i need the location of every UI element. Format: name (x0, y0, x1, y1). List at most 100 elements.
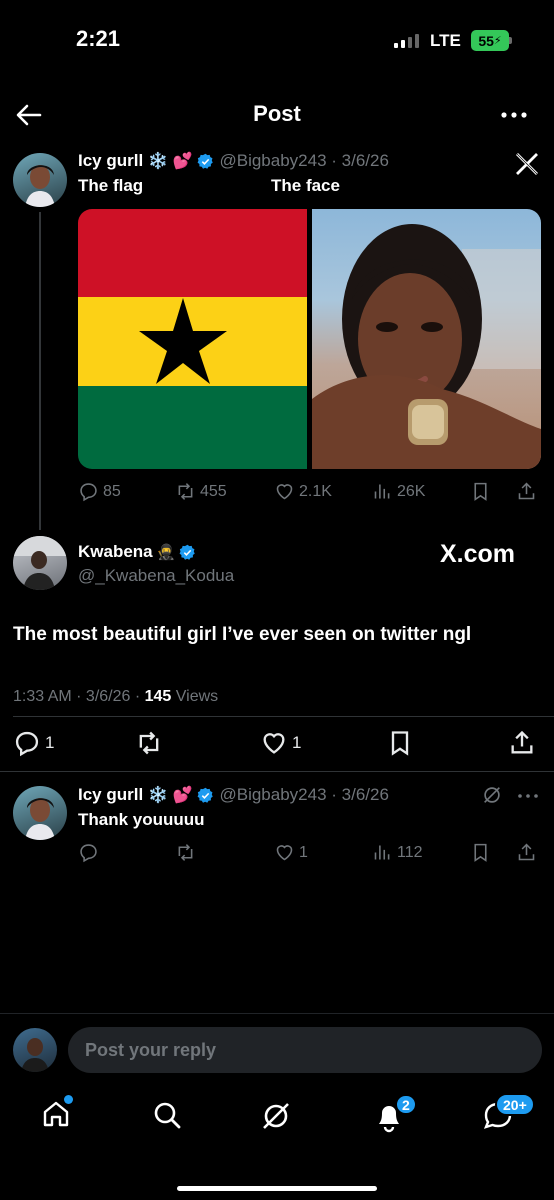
tab-grok[interactable] (259, 1099, 293, 1138)
verified-badge-icon (179, 544, 196, 560)
tab-messages[interactable]: 20+ (481, 1093, 535, 1138)
like-action[interactable]: 2.1K (274, 481, 332, 502)
notifications-badge: 2 (395, 1094, 417, 1115)
meta-views-label: Views (171, 688, 219, 705)
meta-time: 1:33 AM · 3/6/26 · (13, 688, 145, 705)
bookmark-action[interactable] (386, 729, 414, 757)
reply-text: Thank youuuuu (78, 810, 205, 829)
share-icon (518, 843, 535, 861)
avatar-kwabena[interactable] (13, 536, 67, 590)
heart-icon (276, 845, 293, 861)
caption-right: The face (271, 176, 340, 195)
reply-icon (80, 483, 97, 502)
grok-icon (263, 1103, 289, 1129)
verified-badge-icon (198, 787, 214, 803)
author-name[interactable]: Icy gurll (78, 785, 143, 805)
home-unread-dot (64, 1095, 73, 1104)
main-post-text: The most beautiful girl I’ve ever seen o… (13, 624, 472, 645)
signal-icon (394, 34, 419, 48)
post-header: Icy gurll ❄️ 💕 @Bigbaby243 · 3/6/26 (78, 151, 389, 171)
views-count: 26K (397, 482, 426, 500)
status-time: 2:21 (76, 26, 121, 51)
share-action[interactable] (516, 481, 537, 502)
portrait-image[interactable] (312, 209, 541, 469)
home-indicator (177, 1186, 377, 1191)
views-count: 112 (397, 843, 423, 861)
page-title: Post (253, 101, 301, 126)
my-avatar[interactable] (13, 1028, 57, 1072)
reply-action[interactable]: 1 (13, 729, 54, 757)
tab-notifications[interactable]: 2 (372, 1094, 417, 1138)
main-post-header: Kwabena 🥷 (78, 542, 196, 562)
repost-action[interactable] (175, 842, 196, 863)
bookmark-icon (474, 843, 487, 862)
author-handle: @_Kwabena_Kodua (78, 566, 235, 585)
heart-icon (263, 733, 285, 754)
watermark: X.com (440, 540, 516, 568)
bookmark-action[interactable] (470, 481, 491, 502)
author-emoji: 🥷 (156, 544, 176, 561)
like-count: 2.1K (299, 482, 332, 500)
share-icon (511, 730, 533, 754)
reply-action[interactable]: 85 (78, 481, 121, 502)
like-count: 1 (299, 843, 308, 861)
repost-icon (178, 483, 193, 500)
author-handle: @Bigbaby243 · 3/6/26 (219, 151, 389, 170)
bookmark-action[interactable] (470, 842, 491, 863)
author-emoji: ❄️ 💕 (148, 153, 193, 170)
reply-icon (15, 731, 39, 757)
views-action[interactable]: 26K (372, 481, 425, 502)
repost-action[interactable]: 455 (175, 481, 227, 502)
like-action[interactable]: 1 (260, 729, 301, 757)
avatar-icy-gurll[interactable] (13, 153, 67, 207)
divider (0, 771, 554, 772)
messages-badge: 20+ (495, 1093, 535, 1116)
verified-badge-icon (198, 153, 214, 169)
reply-input[interactable]: Post your reply (68, 1027, 542, 1073)
share-action[interactable] (516, 842, 537, 863)
meta-views-count: 145 (144, 688, 172, 705)
tab-search[interactable] (151, 1099, 183, 1136)
avatar-icy-gurll[interactable] (13, 786, 67, 840)
battery-cap (509, 37, 512, 44)
reply-placeholder: Post your reply (85, 1039, 217, 1060)
views-icon (374, 484, 390, 499)
tab-home[interactable] (40, 1095, 73, 1135)
caption-left: The flag (78, 176, 144, 195)
repost-action[interactable] (135, 729, 163, 757)
reply-count: 1 (45, 733, 55, 752)
network-label: LTE (430, 31, 461, 50)
battery-icon: 55 ⚡ (471, 30, 509, 51)
repost-icon (178, 844, 193, 861)
views-action[interactable]: 112 (372, 842, 423, 863)
like-count: 1 (292, 733, 302, 752)
author-handle: @Bigbaby243 · 3/6/26 (219, 785, 389, 804)
divider (0, 1013, 554, 1014)
author-emoji: ❄️ 💕 (148, 787, 193, 804)
search-icon (154, 1102, 181, 1129)
share-action[interactable] (508, 729, 536, 757)
bookmark-icon (474, 482, 487, 501)
views-icon (374, 845, 390, 860)
share-icon (518, 482, 535, 500)
more-options-icon[interactable] (516, 786, 540, 811)
grok-icon[interactable] (481, 784, 503, 811)
reply-action[interactable] (78, 842, 99, 863)
author-name[interactable]: Icy gurll (78, 151, 143, 171)
main-post-meta: 1:33 AM · 3/6/26 · 145 Views (13, 688, 218, 706)
heart-icon (276, 484, 293, 500)
like-action[interactable]: 1 (274, 842, 308, 863)
x-logo-icon (513, 150, 541, 183)
battery-level: 55 (478, 32, 494, 49)
flag-image[interactable] (78, 209, 307, 469)
bookmark-icon (391, 731, 409, 756)
divider (13, 716, 554, 717)
reply-post-header: Icy gurll ❄️ 💕 @Bigbaby243 · 3/6/26 (78, 785, 389, 805)
reply-count: 85 (103, 482, 121, 500)
more-options-icon[interactable] (496, 100, 532, 130)
repost-icon (139, 731, 159, 755)
reply-icon (80, 844, 97, 863)
author-name[interactable]: Kwabena (78, 542, 153, 562)
thread-line (39, 212, 41, 530)
repost-count: 455 (200, 482, 227, 500)
